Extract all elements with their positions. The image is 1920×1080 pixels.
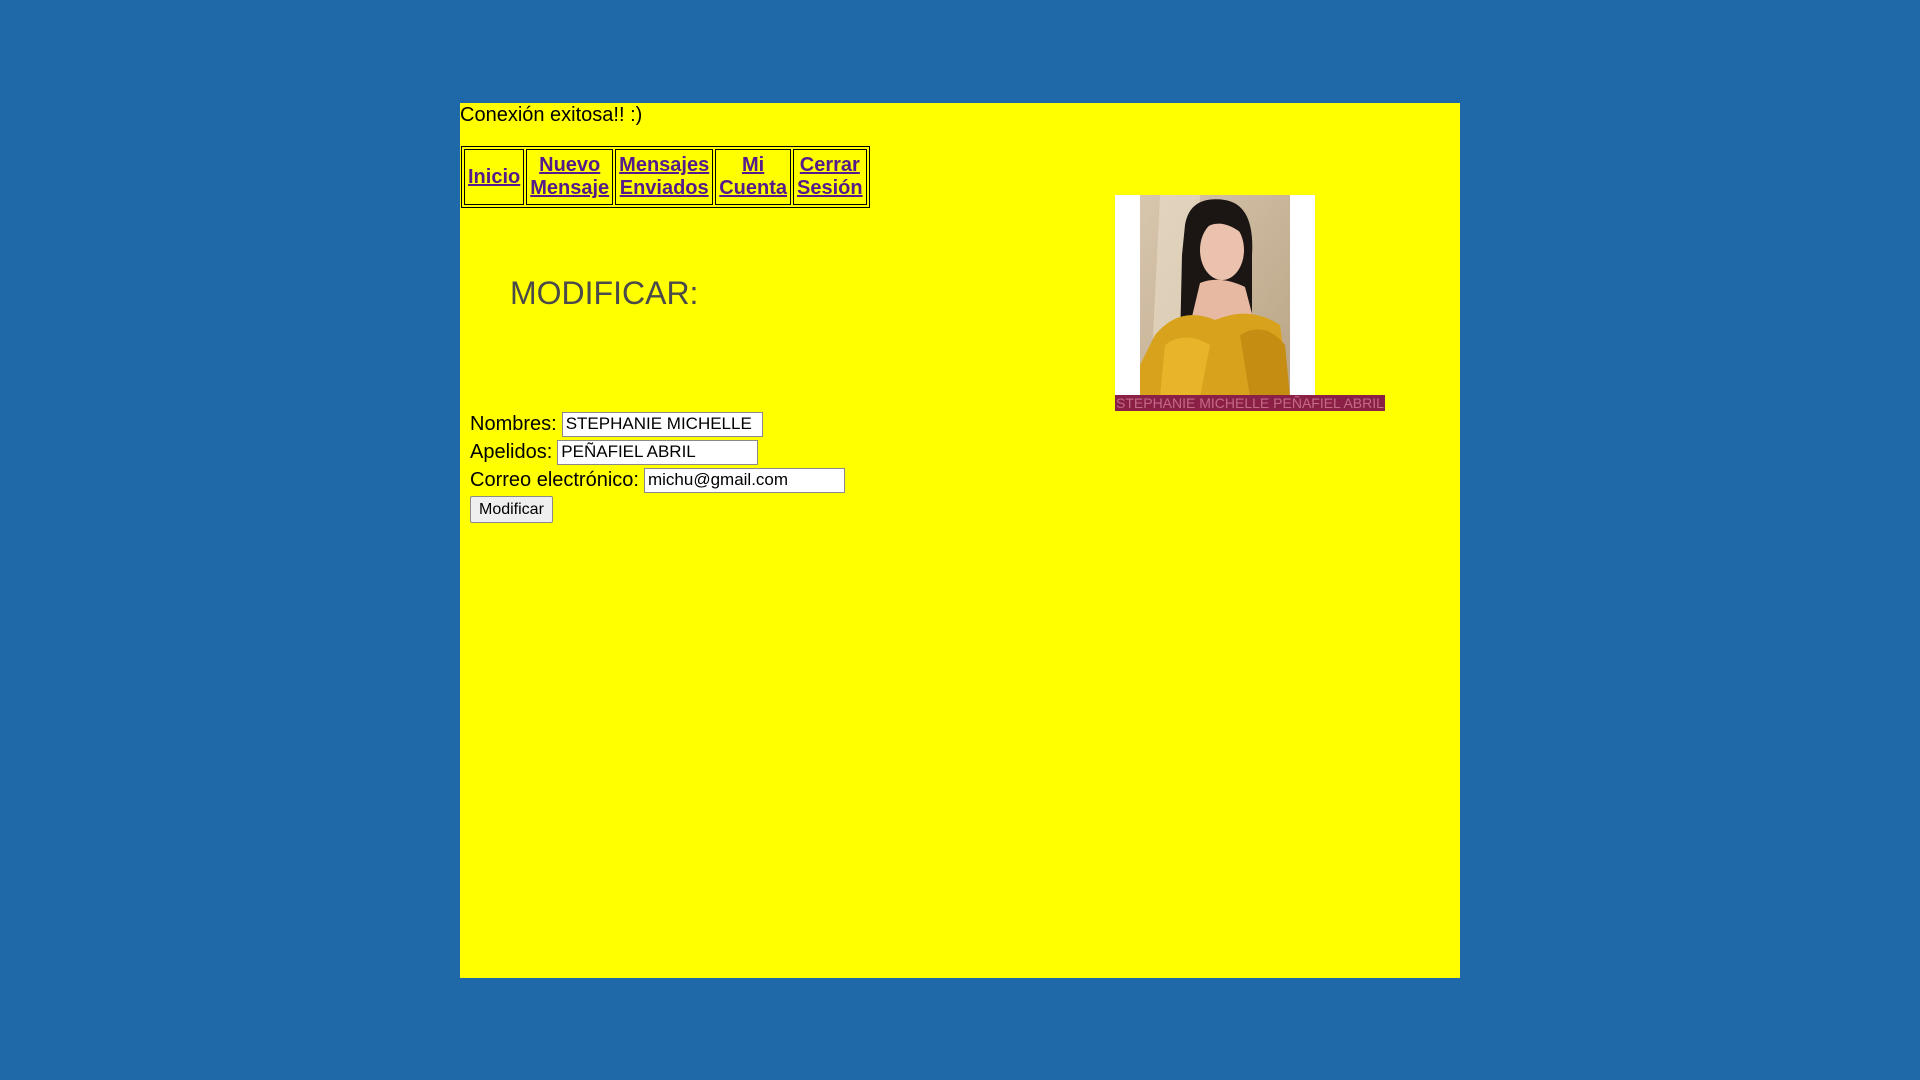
nombres-input[interactable]: [561, 411, 763, 437]
nav-cell-mensajes-enviados: Mensajes Enviados: [615, 149, 714, 205]
correo-row: Correo electrónico:: [470, 466, 845, 494]
page-heading: MODIFICAR:: [510, 275, 699, 311]
nav-link-label: Inicio: [468, 165, 521, 188]
nav-link-label: Cuenta: [719, 177, 788, 199]
nav-cell-inicio: Inicio: [464, 149, 525, 205]
nav-link-mensajes-enviados[interactable]: Mensajes Enviados: [619, 154, 709, 200]
nav-link-label: Mensajes: [619, 154, 710, 176]
nav-link-label: Mensaje: [530, 177, 610, 199]
nav-link-mi-cuenta[interactable]: Mi Cuenta: [719, 154, 787, 200]
profile-photo: [1140, 195, 1290, 397]
nav-link-label: Nuevo: [539, 154, 601, 176]
nav-cell-nuevo-mensaje: Nuevo Mensaje: [526, 149, 614, 205]
nombres-row: Nombres:: [470, 410, 845, 438]
nav-link-cerrar-sesion[interactable]: Cerrar Sesión: [797, 154, 863, 200]
nav-link-label: Mi: [742, 154, 765, 176]
apellidos-label: Apelidos:: [470, 440, 553, 463]
nombres-label: Nombres:: [470, 412, 557, 435]
apellidos-row: Apelidos:: [470, 438, 845, 466]
profile-name-caption: STEPHANIE MICHELLE PEÑAFIEL ABRIL: [1115, 395, 1385, 411]
connection-status: Conexión exitosa!! :): [460, 104, 643, 126]
correo-label: Correo electrónico:: [470, 468, 639, 491]
nav-link-label: Enviados: [619, 177, 709, 199]
profile-photo-image: [1140, 195, 1290, 397]
nav-link-inicio[interactable]: Inicio: [468, 166, 520, 189]
nav-cell-mi-cuenta: Mi Cuenta: [715, 149, 792, 205]
apellidos-input[interactable]: [557, 439, 759, 465]
nav-link-label: Cerrar: [799, 154, 860, 176]
nav-link-nuevo-mensaje[interactable]: Nuevo Mensaje: [530, 154, 609, 200]
modify-form: Nombres: Apelidos: Correo electrónico: M…: [470, 410, 845, 523]
profile-photo-frame: [1115, 195, 1315, 397]
modificar-button[interactable]: Modificar: [470, 496, 553, 523]
correo-input[interactable]: [643, 467, 845, 493]
nav-menu: Inicio Nuevo Mensaje Mensajes Enviados M…: [461, 146, 870, 208]
nav-cell-cerrar-sesion: Cerrar Sesión: [793, 149, 867, 205]
page-container: Conexión exitosa!! :) Inicio Nuevo Mensa…: [460, 103, 1460, 978]
nav-link-label: Sesión: [797, 177, 863, 199]
